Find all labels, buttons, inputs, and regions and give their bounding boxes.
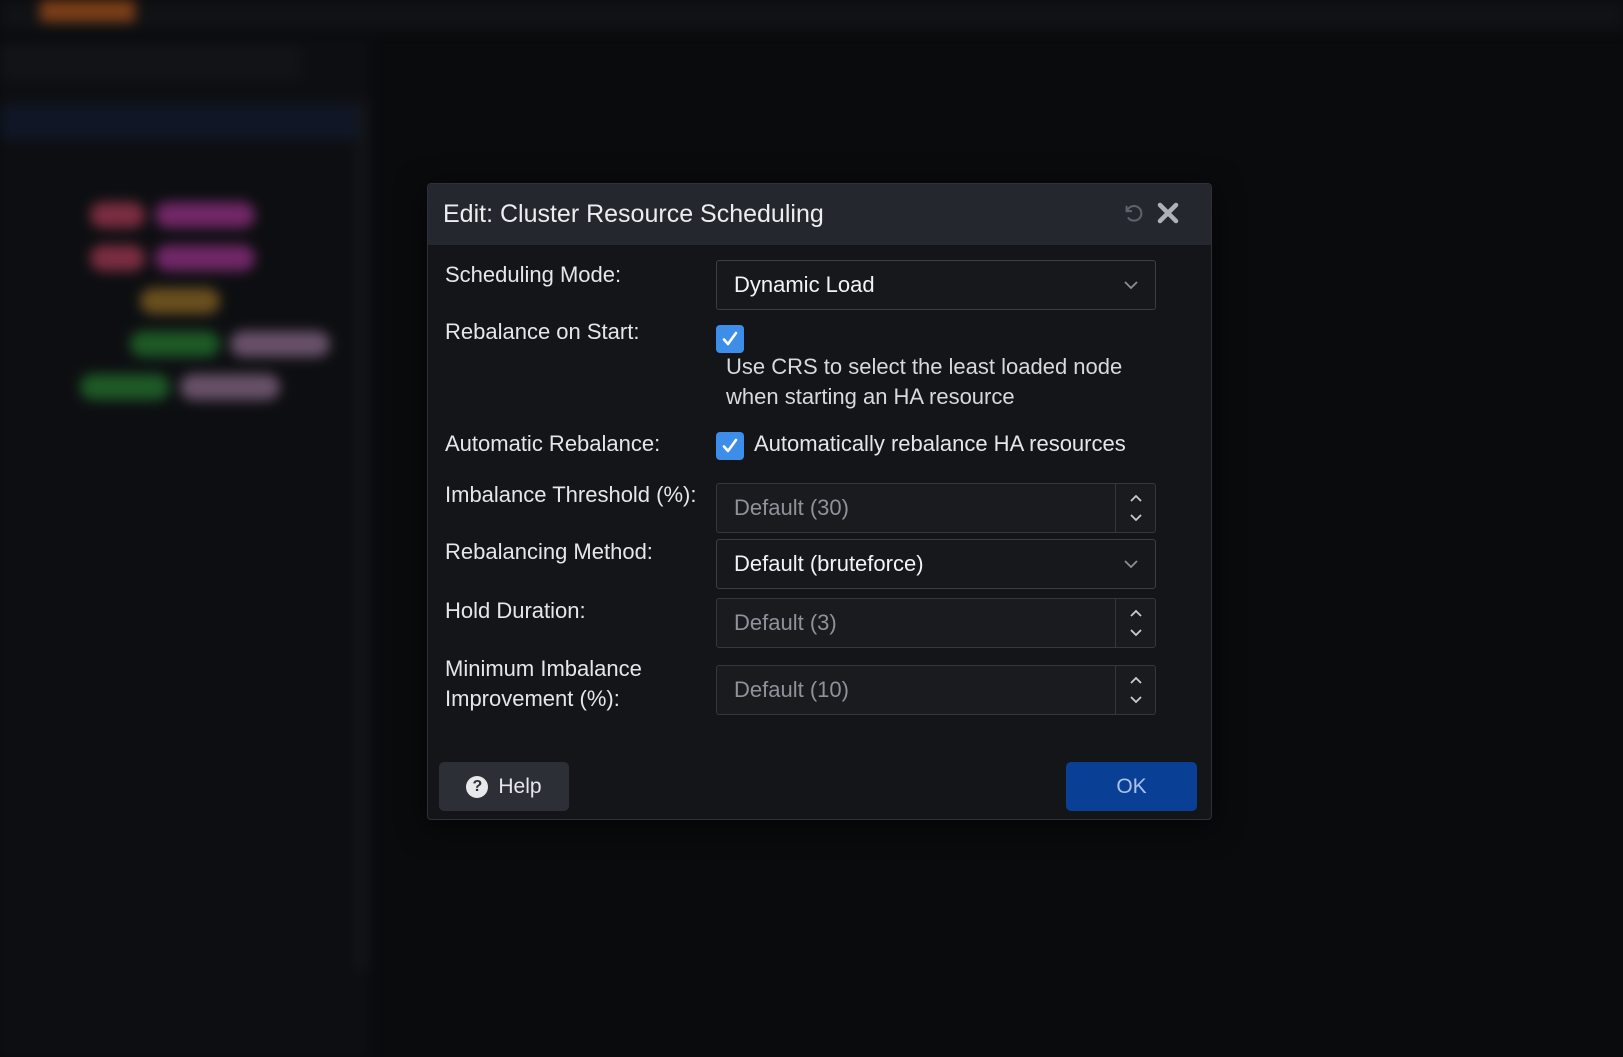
logo [40, 0, 135, 22]
chevron-down-icon[interactable] [1107, 540, 1155, 588]
spin-up-icon[interactable] [1126, 604, 1146, 622]
edit-crs-dialog: Edit: Cluster Resource Scheduling Schedu… [427, 183, 1212, 820]
ok-button[interactable]: OK [1066, 762, 1197, 811]
rebalancing-method-label: Rebalancing Method: [445, 539, 653, 564]
imbalance-threshold-label: Imbalance Threshold (%): [445, 482, 697, 507]
tree-list [0, 150, 360, 408]
hold-duration-label: Hold Duration: [445, 598, 586, 623]
rebalancing-method-select[interactable]: Default (bruteforce) [716, 539, 1156, 589]
spin-up-icon[interactable] [1126, 489, 1146, 507]
spin-up-icon[interactable] [1126, 671, 1146, 689]
scheduling-mode-select[interactable]: Dynamic Load [716, 260, 1156, 310]
spin-down-icon[interactable] [1126, 691, 1146, 709]
close-icon[interactable] [1153, 198, 1183, 228]
rebalance-on-start-checkbox[interactable] [716, 325, 744, 353]
rebalancing-method-value: Default (bruteforce) [734, 551, 924, 576]
top-bar [0, 0, 1623, 30]
hold-duration-input[interactable]: Default (3) [716, 598, 1156, 648]
dialog-header: Edit: Cluster Resource Scheduling [428, 184, 1211, 245]
imbalance-threshold-input[interactable]: Default (30) [716, 483, 1156, 533]
scheduling-mode-label: Scheduling Mode: [445, 262, 622, 287]
tree-search [0, 45, 300, 79]
help-button[interactable]: ? Help [439, 762, 569, 811]
tree-selected-row [0, 104, 360, 140]
spinner [1115, 599, 1155, 647]
hold-duration-placeholder: Default (3) [734, 610, 837, 635]
automatic-rebalance-box-label[interactable]: Automatically rebalance HA resources [754, 429, 1126, 459]
rebalance-on-start-hint: Use CRS to select the least loaded node … [726, 354, 1123, 409]
spin-down-icon[interactable] [1126, 624, 1146, 642]
checkmark-icon [722, 438, 738, 453]
scheduling-mode-value: Dynamic Load [734, 272, 875, 297]
rebalance-on-start-label: Rebalance on Start: [445, 319, 640, 344]
help-button-label: Help [498, 774, 542, 798]
min-imbalance-label-line1: Minimum Imbalance [445, 656, 642, 681]
dialog-title: Edit: Cluster Resource Scheduling [443, 200, 824, 228]
checkmark-icon [722, 331, 738, 346]
min-imbalance-improvement-input[interactable]: Default (10) [716, 665, 1156, 715]
min-imbalance-label-line2: Improvement (%): [445, 686, 620, 711]
ok-button-label: OK [1116, 774, 1147, 798]
help-icon: ? [466, 775, 489, 798]
undo-icon[interactable] [1118, 198, 1148, 228]
spinner [1115, 666, 1155, 714]
min-imbalance-improvement-placeholder: Default (10) [734, 677, 849, 702]
chevron-down-icon[interactable] [1107, 261, 1155, 309]
spinner [1115, 484, 1155, 532]
automatic-rebalance-checkbox[interactable] [716, 432, 744, 460]
automatic-rebalance-label: Automatic Rebalance: [445, 431, 661, 456]
imbalance-threshold-placeholder: Default (30) [734, 495, 849, 520]
spin-down-icon[interactable] [1126, 509, 1146, 527]
min-imbalance-improvement-label: Minimum Imbalance Improvement (%): [445, 654, 642, 714]
